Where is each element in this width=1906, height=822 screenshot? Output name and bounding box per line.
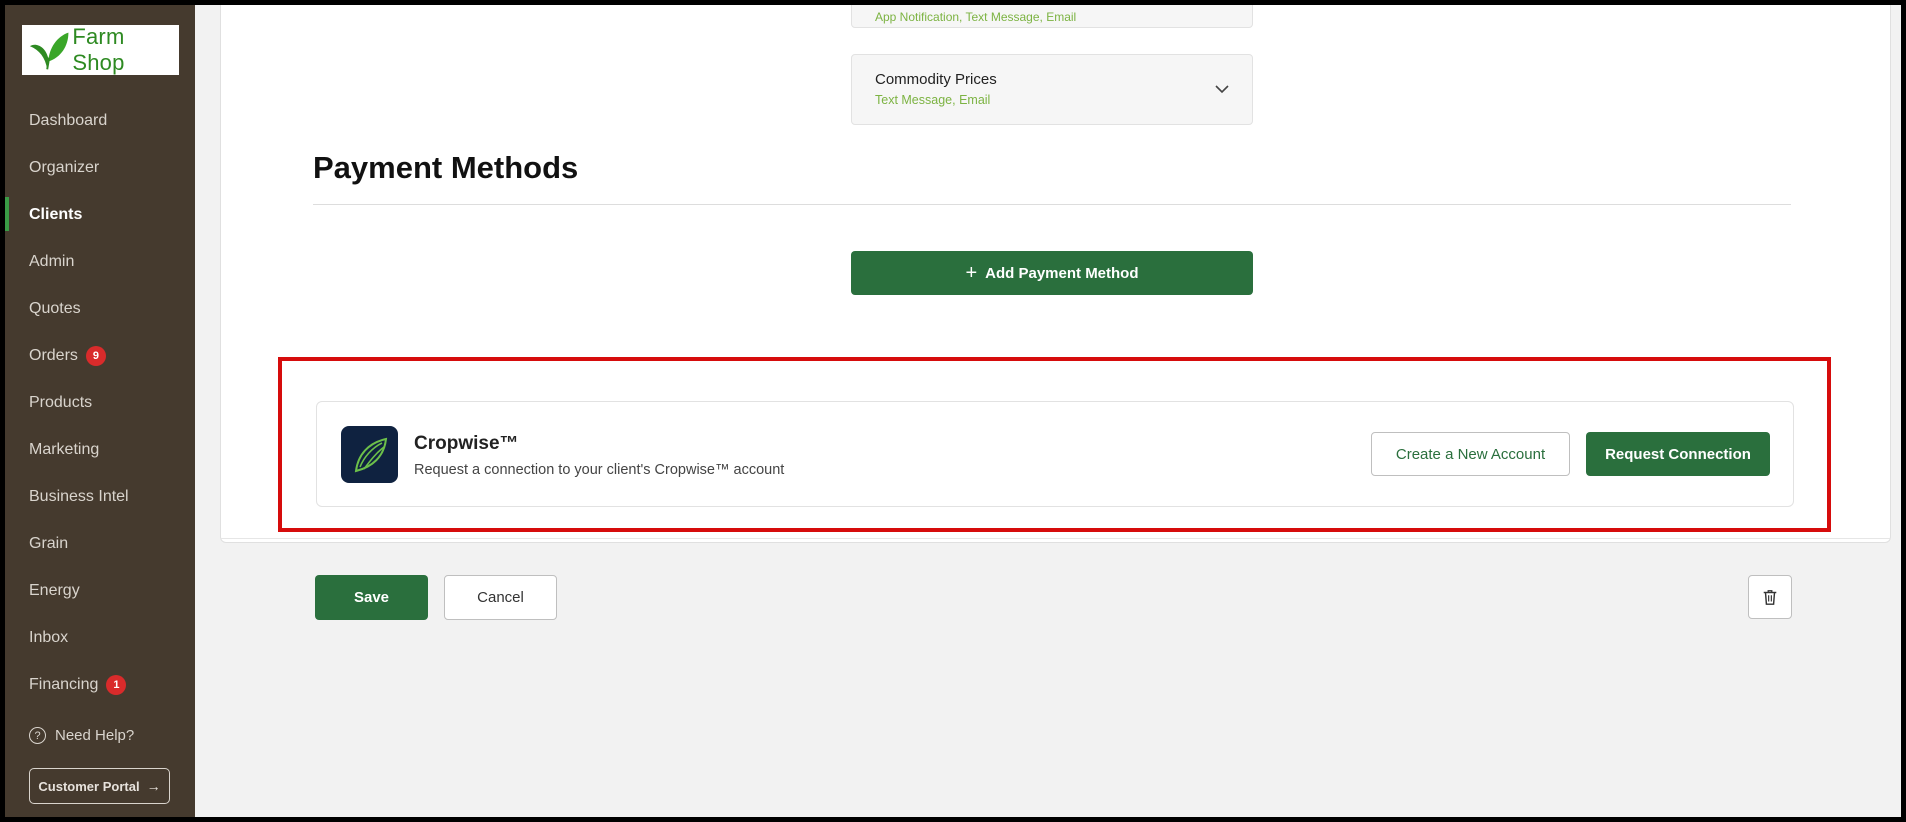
sidebar-item-quotes[interactable]: Quotes [5,285,195,332]
sidebar-item-label: Grain [29,534,69,552]
sidebar-item-products[interactable]: Products [5,379,195,426]
sidebar: Farm Shop Dashboard Organizer Clients Ad… [5,5,195,817]
sidebar-item-inbox[interactable]: Inbox [5,614,195,661]
sidebar-item-energy[interactable]: Energy [5,567,195,614]
sidebar-nav: Dashboard Organizer Clients Admin Quotes… [5,97,195,708]
sidebar-item-label: Financing [29,675,99,693]
cancel-button[interactable]: Cancel [444,575,557,620]
sidebar-item-label: Clients [29,205,83,223]
notification-channels: App Notification, Text Message, Email [875,10,1077,24]
financing-count-badge: 1 [106,674,127,695]
sidebar-item-organizer[interactable]: Organizer [5,144,195,191]
brand-name: Farm Shop [72,24,125,75]
orders-count-badge: 9 [85,345,106,366]
save-button[interactable]: Save [315,575,428,620]
notification-setting-commodity-prices[interactable]: Commodity Prices Text Message, Email [851,54,1253,125]
leaf-logo-icon [29,32,69,70]
delete-button[interactable] [1748,575,1792,619]
sidebar-item-label: Quotes [29,299,81,317]
add-payment-method-button[interactable]: + Add Payment Method [851,251,1253,295]
sidebar-item-label: Products [29,393,93,411]
chevron-down-icon[interactable] [1214,81,1230,97]
sidebar-item-label: Energy [29,581,80,599]
arrow-right-icon: → [146,778,161,794]
app-window: Farm Shop Dashboard Organizer Clients Ad… [5,5,1901,817]
footer-divider [220,538,1891,539]
highlight-annotation-box [278,357,1831,532]
trash-icon [1763,590,1777,605]
sidebar-item-grain[interactable]: Grain [5,520,195,567]
sidebar-item-label: Business Intel [29,487,129,505]
sidebar-item-label: Orders [29,346,78,364]
payment-methods-heading: Payment Methods [313,150,579,185]
plus-icon: + [965,261,978,284]
sidebar-item-admin[interactable]: Admin [5,238,195,285]
question-circle-icon: ? [29,727,46,744]
sidebar-item-clients[interactable]: Clients [5,191,195,238]
section-divider [313,204,1791,205]
sidebar-item-label: Marketing [29,440,100,458]
need-help-link[interactable]: ? Need Help? [29,727,134,744]
notification-setting-previous[interactable]: App Notification, Text Message, Email [851,5,1253,28]
notification-channels: Text Message, Email [875,93,991,107]
sidebar-item-label: Organizer [29,158,100,176]
customer-portal-label: Customer Portal [38,778,140,794]
brand-logo[interactable]: Farm Shop [22,24,179,75]
sidebar-item-marketing[interactable]: Marketing [5,426,195,473]
need-help-label: Need Help? [55,727,135,744]
add-payment-method-label: Add Payment Method [985,264,1139,282]
sidebar-item-label: Admin [29,252,75,270]
sidebar-item-financing[interactable]: Financing 1 [5,661,195,708]
customer-portal-button[interactable]: Customer Portal → [29,768,170,804]
sidebar-item-label: Inbox [29,628,69,646]
sidebar-item-dashboard[interactable]: Dashboard [5,97,195,144]
sidebar-item-label: Dashboard [29,111,108,129]
notification-title: Commodity Prices [875,71,997,88]
sidebar-item-business-intel[interactable]: Business Intel [5,473,195,520]
sidebar-item-orders[interactable]: Orders 9 [5,332,195,379]
